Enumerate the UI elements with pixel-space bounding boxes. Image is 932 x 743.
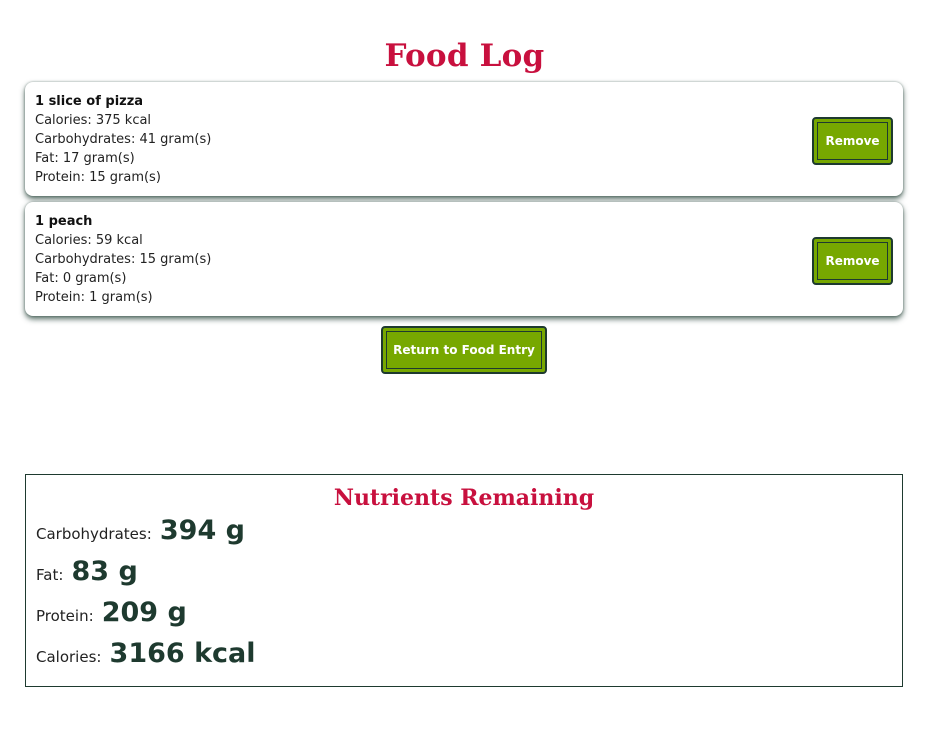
food-name: 1 peach (35, 214, 93, 229)
nutrient-value: 3166 kcal (109, 638, 256, 669)
nutrient-row-protein: Protein: 209 g (36, 597, 187, 628)
nutrient-row-carbohydrates: Carbohydrates: 394 g (36, 515, 245, 546)
food-calories: Calories: 59 kcal (35, 233, 143, 248)
nutrients-title: Nutrients Remaining (333, 485, 595, 511)
food-fat: Fat: 0 gram(s) (35, 271, 127, 286)
nutrient-label: Fat: (36, 566, 64, 584)
nutrient-value: 394 g (159, 515, 245, 546)
food-log-item: 1 slice of pizza Calories: 375 kcal Carb… (25, 82, 903, 196)
return-to-food-entry-button[interactable]: Return to Food Entry (381, 326, 547, 374)
page-title: Food Log (384, 38, 545, 74)
food-fat: Fat: 17 gram(s) (35, 151, 135, 166)
food-info: 1 peach Calories: 59 kcal Carbohydrates:… (35, 212, 211, 307)
nutrient-value: 209 g (101, 597, 187, 628)
nutrient-value: 83 g (71, 556, 138, 587)
food-calories: Calories: 375 kcal (35, 113, 152, 128)
nutrient-label: Protein: (36, 607, 94, 625)
food-protein: Protein: 1 gram(s) (35, 290, 153, 305)
remove-button[interactable]: Remove (812, 117, 893, 165)
food-name: 1 slice of pizza (35, 94, 144, 109)
remove-button[interactable]: Remove (812, 237, 893, 285)
food-log-item: 1 peach Calories: 59 kcal Carbohydrates:… (25, 202, 903, 316)
food-carbohydrates: Carbohydrates: 15 gram(s) (35, 252, 212, 267)
food-carbohydrates: Carbohydrates: 41 gram(s) (35, 132, 212, 147)
nutrient-row-fat: Fat: 83 g (36, 556, 138, 587)
nutrients-remaining-panel: Nutrients Remaining Carbohydrates: 394 g… (25, 474, 903, 687)
nutrient-row-calories: Calories: 3166 kcal (36, 638, 256, 669)
nutrient-label: Carbohydrates: (36, 525, 152, 543)
food-info: 1 slice of pizza Calories: 375 kcal Carb… (35, 92, 211, 187)
nutrient-label: Calories: (36, 648, 102, 666)
food-protein: Protein: 15 gram(s) (35, 170, 161, 185)
